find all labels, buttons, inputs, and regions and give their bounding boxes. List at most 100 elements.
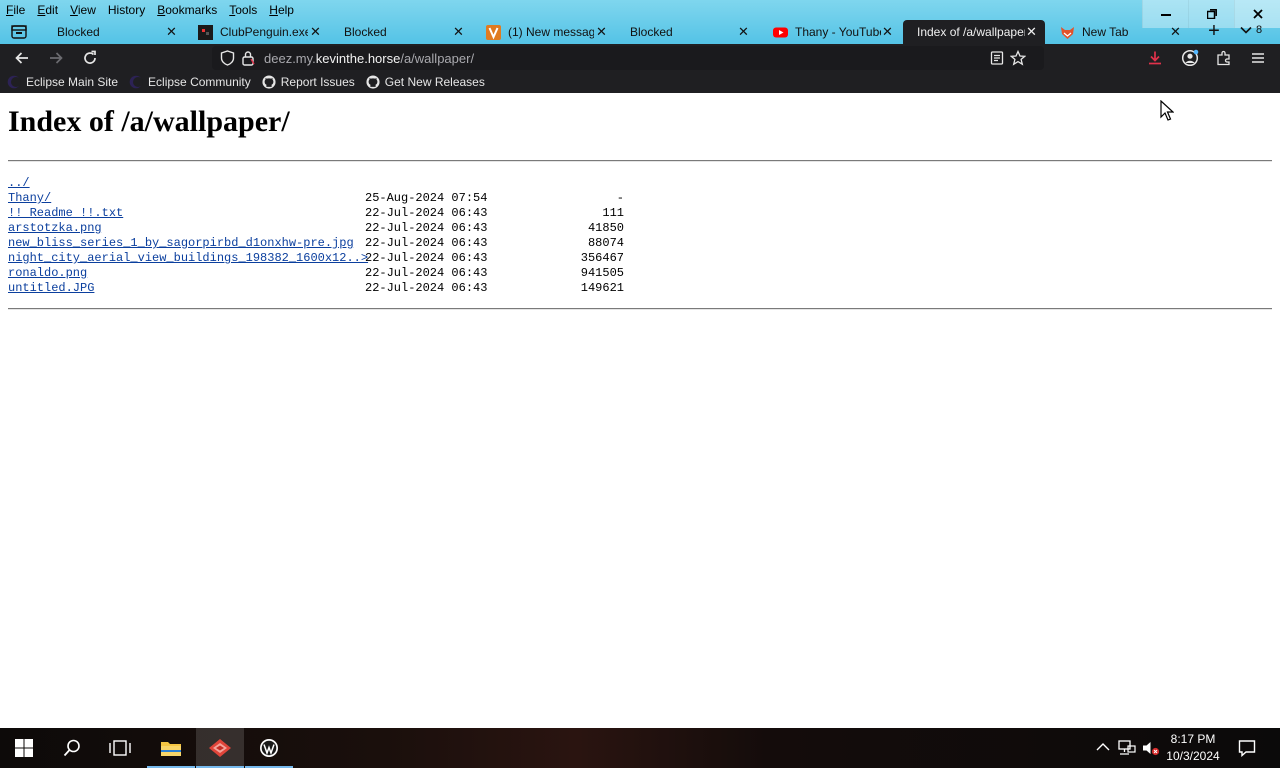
tab-close-icon[interactable]: ✕ — [882, 24, 893, 40]
list-item: ../ — [8, 176, 648, 191]
bookmark-eclipse-community[interactable]: Eclipse Community — [129, 75, 251, 89]
list-item: arstotzka.png 22-Jul-2024 06:43 41850 — [8, 221, 648, 236]
chevron-up-icon[interactable] — [1096, 742, 1110, 752]
url-bar[interactable]: deez.my.kevinthe.horse/a/wallpaper/ — [212, 46, 1044, 70]
file-link[interactable]: ronaldo.png — [8, 266, 87, 280]
tab-close-icon[interactable]: ✕ — [596, 24, 607, 40]
search-icon — [63, 739, 80, 757]
forward-arrow-icon — [50, 52, 63, 64]
bookmark-eclipse-main-site[interactable]: Eclipse Main Site — [7, 75, 118, 89]
file-link[interactable]: Thany/ — [8, 191, 51, 205]
tab-new-tab[interactable]: New Tab ✕ — [1060, 20, 1186, 44]
downloads-button[interactable] — [1144, 47, 1166, 69]
tab-blocked-2[interactable]: Blocked ✕ — [327, 20, 471, 44]
restore-icon — [1206, 9, 1217, 19]
forward-button[interactable] — [45, 47, 67, 69]
task-view-button[interactable] — [96, 728, 144, 768]
extensions-button[interactable] — [1213, 47, 1235, 69]
shield-icon[interactable] — [220, 50, 235, 66]
reload-icon — [84, 50, 96, 64]
file-size: 41850 — [587, 221, 624, 235]
file-date: 22-Jul-2024 06:43 — [365, 266, 488, 280]
tab-blocked-1[interactable]: Blocked ✕ — [40, 20, 184, 44]
url-path: /a/wallpaper/ — [400, 51, 475, 66]
list-all-tabs-button[interactable]: 8 — [1240, 24, 1262, 36]
search-button[interactable] — [48, 728, 96, 768]
menu-bookmarks[interactable]: Bookmarks — [151, 0, 223, 20]
account-button[interactable] — [1179, 47, 1201, 69]
menu-view[interactable]: View — [64, 0, 102, 20]
tab-title: Blocked — [57, 25, 100, 39]
tab-title: Thany - YouTube — [795, 25, 881, 39]
firefox-taskbar-button[interactable] — [196, 728, 244, 768]
v-icon — [486, 24, 501, 40]
tab-index-wallpaper[interactable]: Index of /a/wallpaper/ ✕ — [903, 20, 1045, 44]
file-size: - — [616, 191, 624, 205]
tab-close-icon[interactable]: ✕ — [453, 24, 464, 40]
bookmark-report-issues[interactable]: Report Issues — [262, 75, 355, 89]
tab-title: ClubPenguin.exe — [220, 25, 308, 39]
file-link[interactable]: new_bliss_series_1_by_sagorpirbd_d1onxhw… — [8, 236, 354, 250]
parent-directory-link[interactable]: ../ — [8, 176, 30, 190]
list-item: Thany/ 25-Aug-2024 07:54 - — [8, 191, 648, 206]
new-tab-button[interactable]: + — [1204, 21, 1224, 42]
app-menu-button[interactable] — [1247, 47, 1269, 69]
list-item: new_bliss_series_1_by_sagorpirbd_d1onxhw… — [8, 236, 648, 251]
menu-file[interactable]: File — [0, 0, 31, 20]
clock-time: 8:17 PM — [1170, 732, 1216, 746]
file-link[interactable]: arstotzka.png — [8, 221, 102, 235]
directory-listing: ../ Thany/ 25-Aug-2024 07:54 - !! Readme… — [8, 176, 648, 296]
navigation-toolbar: deez.my.kevinthe.horse/a/wallpaper/ — [0, 44, 1280, 71]
file-link[interactable]: untitled.JPG — [8, 281, 94, 295]
tab-close-icon[interactable]: ✕ — [166, 24, 177, 40]
system-clock[interactable]: 8:17 PM 10/3/2024 — [1160, 731, 1226, 765]
tab-close-icon[interactable]: ✕ — [1026, 24, 1037, 40]
browser-titlebar: File Edit View History Bookmarks Tools H… — [0, 0, 1280, 44]
file-link[interactable]: night_city_aerial_view_buildings_198382_… — [8, 251, 368, 265]
start-button[interactable] — [0, 728, 48, 768]
file-size: 356467 — [580, 251, 624, 265]
tab-close-icon[interactable]: ✕ — [310, 24, 321, 40]
menu-tools[interactable]: Tools — [223, 0, 263, 20]
tab-new-message[interactable]: (1) New message ✕ — [486, 20, 612, 44]
tab-title: Index of /a/wallpaper/ — [917, 25, 1025, 39]
file-size: 941505 — [580, 266, 624, 280]
file-date: 22-Jul-2024 06:43 — [365, 251, 488, 265]
file-size: 88074 — [587, 236, 624, 250]
tab-clubpenguin[interactable]: ClubPenguin.exe ✕ — [198, 20, 328, 44]
url-text[interactable]: deez.my.kevinthe.horse/a/wallpaper/ — [264, 51, 474, 66]
tab-blocked-3[interactable]: Blocked ✕ — [613, 20, 757, 44]
tab-title: (1) New message — [508, 25, 594, 39]
bookmark-label: Get New Releases — [384, 75, 485, 89]
github-icon — [366, 75, 380, 89]
firefox-view-icon[interactable] — [10, 23, 28, 41]
menu-edit[interactable]: Edit — [31, 0, 64, 20]
download-icon — [1149, 51, 1161, 65]
volume-muted-icon[interactable] — [1142, 740, 1160, 756]
url-prefix: deez.my. — [264, 51, 316, 66]
list-item: ronaldo.png 22-Jul-2024 06:43 941505 — [8, 266, 648, 281]
tab-close-icon[interactable]: ✕ — [738, 24, 749, 40]
menu-bar: File Edit View History Bookmarks Tools H… — [0, 0, 300, 20]
tab-youtube[interactable]: Thany - YouTube ✕ — [773, 20, 901, 44]
wordpress-taskbar-button[interactable] — [245, 728, 293, 768]
back-button[interactable] — [11, 47, 33, 69]
url-host: kevinthe.horse — [315, 51, 401, 66]
reload-button[interactable] — [79, 47, 101, 69]
windows-icon — [15, 739, 33, 757]
eclipse-icon — [129, 75, 144, 89]
bookmark-star-icon[interactable] — [1010, 50, 1026, 66]
file-link[interactable]: !! Readme !!.txt — [8, 206, 123, 220]
menu-help[interactable]: Help — [263, 0, 300, 20]
menu-history[interactable]: History — [102, 0, 151, 20]
page-title: Index of /a/wallpaper/ — [8, 105, 290, 138]
bookmark-get-new-releases[interactable]: Get New Releases — [366, 75, 485, 89]
file-date: 22-Jul-2024 06:43 — [365, 236, 488, 250]
minimize-icon — [1160, 14, 1171, 16]
network-icon[interactable] — [1118, 740, 1136, 756]
file-explorer-button[interactable] — [147, 728, 195, 768]
reader-view-icon[interactable] — [990, 51, 1004, 65]
lock-icon[interactable] — [241, 50, 255, 66]
tab-close-icon[interactable]: ✕ — [1170, 24, 1181, 40]
notification-icon[interactable] — [1238, 739, 1256, 757]
